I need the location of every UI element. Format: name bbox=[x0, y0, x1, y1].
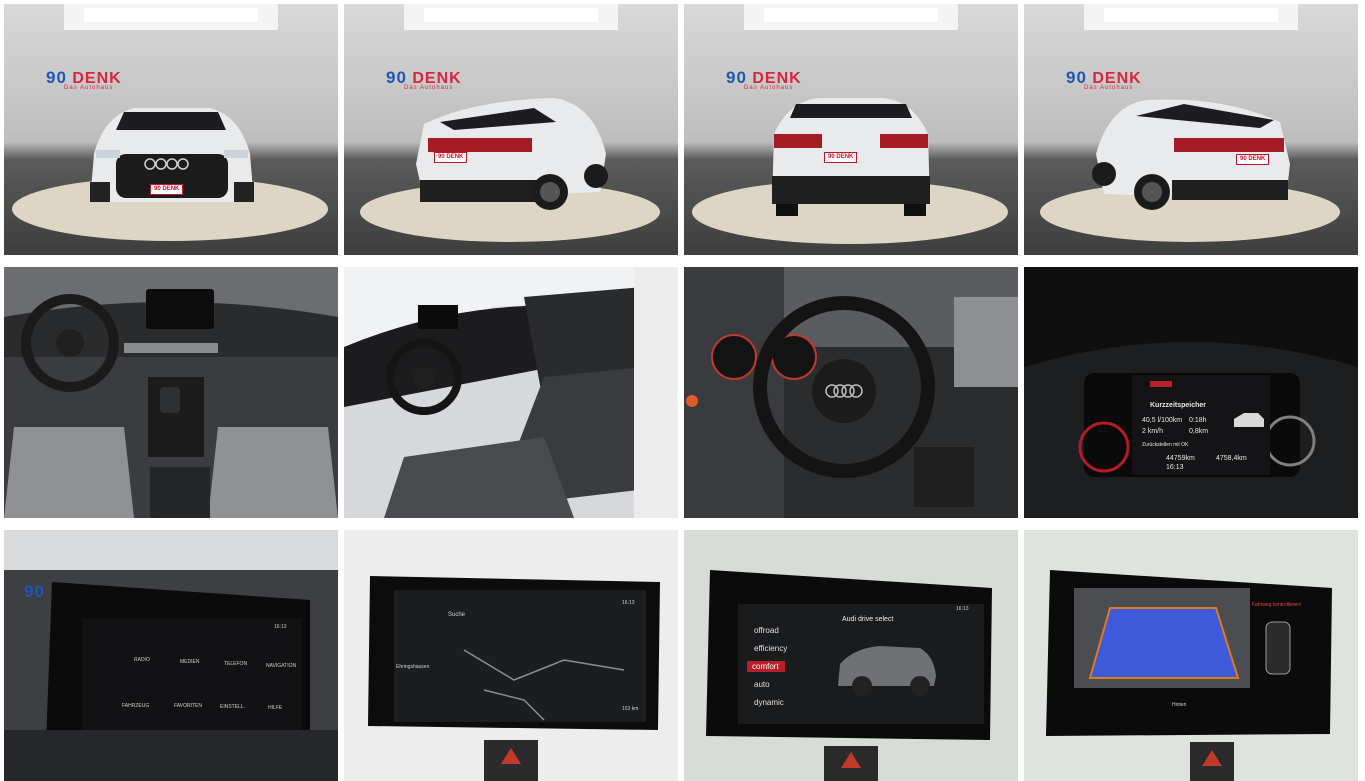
license-plate: 90 DENK bbox=[150, 184, 184, 195]
photo-mmi-rear-camera[interactable]: Fahrweg kontrollieren! Hinten bbox=[1024, 530, 1358, 781]
photo-interior-driver-side[interactable] bbox=[344, 267, 678, 518]
menu-item-settings: EINSTELL. bbox=[220, 704, 246, 710]
dashboard-image bbox=[4, 267, 338, 518]
mmi-navigation-image bbox=[368, 576, 660, 781]
dealer-tagline: Das Autohaus bbox=[404, 85, 454, 91]
photo-interior-dashboard[interactable] bbox=[4, 267, 338, 518]
drive-mode-comfort[interactable]: comfort bbox=[747, 661, 785, 672]
steering-wheel-image bbox=[684, 267, 1018, 518]
photo-interior-steering-wheel[interactable] bbox=[684, 267, 1018, 518]
drive-mode-auto[interactable]: auto bbox=[754, 680, 770, 689]
menu-item-radio: RADIO bbox=[134, 657, 150, 663]
dealer-logo: 90 bbox=[24, 582, 45, 601]
cockpit-duration: 0:18h bbox=[1189, 417, 1207, 424]
nav-distance: 153 km bbox=[622, 706, 639, 712]
photo-virtual-cockpit[interactable]: Kurzzeitspeicher 40,5 l/100km 0:18h 2 km… bbox=[1024, 267, 1358, 518]
mmi-rear-camera-image bbox=[1046, 570, 1332, 781]
dealer-tagline: Das Autohaus bbox=[1084, 85, 1134, 91]
mmi-drive-select-image bbox=[706, 570, 992, 781]
drive-select-title: Audi drive select bbox=[842, 616, 894, 623]
cockpit-reset-hint: Zurückstellen mit OK bbox=[1142, 442, 1189, 448]
menu-item-help: HILFE bbox=[268, 705, 283, 711]
nav-search-label: Suche bbox=[448, 612, 466, 618]
car-rear-left-image bbox=[360, 4, 660, 242]
menu-item-navigation: NAVIGATION bbox=[266, 663, 297, 669]
dealer-tagline: Das Autohaus bbox=[744, 85, 794, 91]
nav-clock: 16:13 bbox=[622, 600, 635, 606]
cockpit-consumption: 40,5 l/100km bbox=[1142, 417, 1183, 424]
nav-place-label: Ehringshausen bbox=[396, 664, 430, 670]
cockpit-header: Kurzzeitspeicher bbox=[1150, 402, 1207, 409]
license-plate: 90 DENK bbox=[434, 152, 468, 163]
photo-mmi-navigation[interactable]: Suche 16:13 Ehringshausen 153 km bbox=[344, 530, 678, 781]
drive-select-clock: 16:13 bbox=[956, 606, 969, 612]
menu-item-favorites: FAVORITEN bbox=[174, 703, 202, 709]
driver-side-image bbox=[344, 267, 678, 518]
photo-exterior-rear-right[interactable]: 90 DENK Das Autohaus 90 DENK bbox=[1024, 4, 1358, 255]
license-plate: 90 DENK bbox=[824, 152, 858, 163]
photo-exterior-rear-left[interactable]: 90 DENK Das Autohaus 90 DENK bbox=[344, 4, 678, 255]
menu-item-vehicle: FAHRZEUG bbox=[122, 703, 150, 709]
cockpit-trip: 4758,4km bbox=[1216, 455, 1247, 462]
photo-exterior-front[interactable]: 90 DENK Das Autohaus 90 DENK bbox=[4, 4, 338, 255]
cockpit-odometer: 44759km bbox=[1166, 455, 1195, 462]
cockpit-speed: 2 km/h bbox=[1142, 428, 1164, 435]
drive-mode-efficiency[interactable]: efficiency bbox=[754, 644, 787, 653]
car-front-image bbox=[12, 4, 328, 241]
menu-item-media: MEDIEN bbox=[180, 659, 200, 665]
menu-item-phone: TELEFON bbox=[224, 661, 248, 667]
drive-mode-offroad[interactable]: offroad bbox=[754, 626, 779, 635]
rear-camera-footer: Hinten bbox=[1172, 702, 1187, 708]
photo-mmi-home-menu[interactable]: 90 RADIO MEDIEN TELEFON NAVIGATION FAHRZ… bbox=[4, 530, 338, 781]
drive-mode-dynamic[interactable]: dynamic bbox=[754, 698, 784, 707]
car-rear-image bbox=[692, 4, 1008, 244]
photo-exterior-rear[interactable]: 90 DENK Das Autohaus 90 DENK bbox=[684, 4, 1018, 255]
license-plate: 90 DENK bbox=[1236, 154, 1270, 165]
rear-camera-warning: Fahrweg kontrollieren! bbox=[1252, 602, 1302, 608]
mmi-clock: 16:13 bbox=[274, 624, 287, 630]
photo-gallery: 90 DENK Das Autohaus 90 DENK 90 DENK Das… bbox=[0, 0, 1365, 781]
photo-mmi-drive-select[interactable]: Audi drive select 16:13 offroad efficien… bbox=[684, 530, 1018, 781]
cockpit-display-image bbox=[1024, 342, 1358, 518]
cockpit-time: 16:13 bbox=[1166, 464, 1184, 471]
dealer-tagline: Das Autohaus bbox=[64, 85, 114, 91]
cockpit-distance: 0,8km bbox=[1189, 428, 1209, 435]
car-rear-right-image bbox=[1040, 4, 1340, 242]
mmi-home-image bbox=[4, 530, 338, 781]
